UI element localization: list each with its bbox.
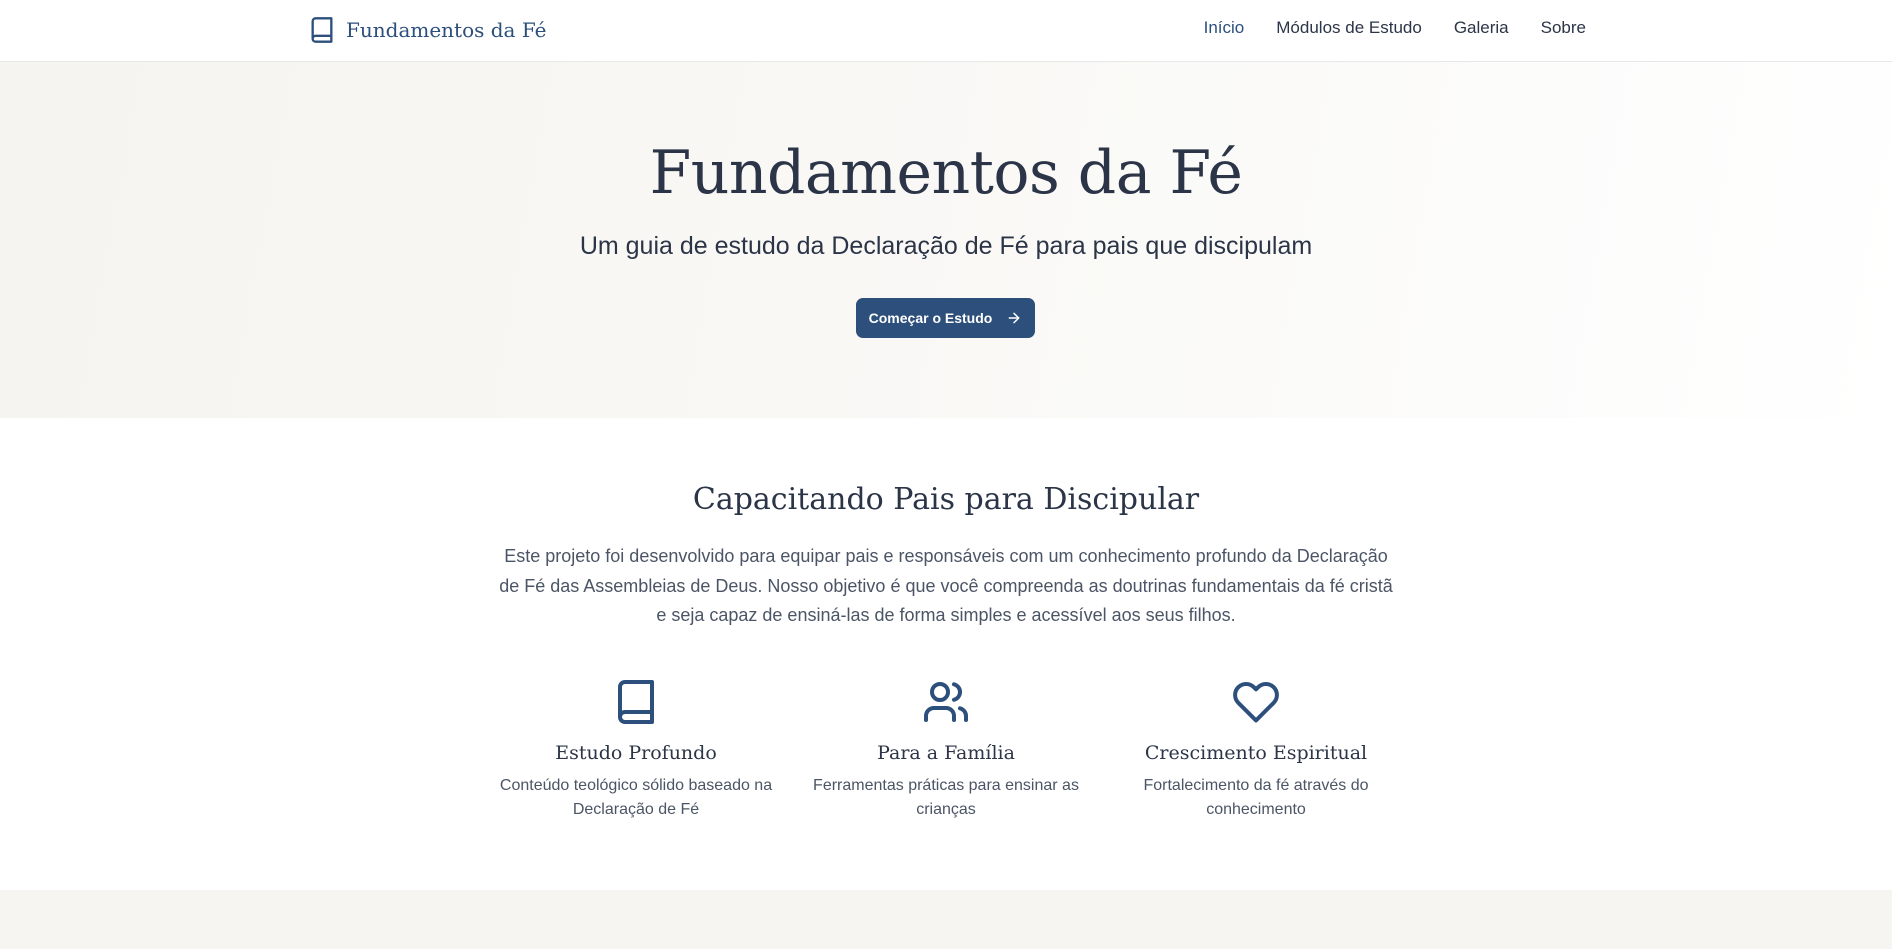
nav-link-galeria[interactable]: Galeria	[1454, 18, 1509, 38]
start-study-label: Começar o Estudo	[868, 310, 993, 326]
start-study-button[interactable]: Começar o Estudo	[856, 298, 1035, 338]
nav-link-modulos[interactable]: Módulos de Estudo	[1276, 18, 1422, 38]
nav-link-inicio[interactable]: Início	[1204, 18, 1245, 38]
hero-title: Fundamentos da Fé	[649, 138, 1243, 208]
brand-name: Fundamentos da Fé	[346, 18, 547, 42]
hero-section: Fundamentos da Fé Um guia de estudo da D…	[0, 62, 1892, 418]
heart-icon	[1233, 682, 1279, 723]
feature-card: Estudo Profundo Conteúdo teológico sólid…	[486, 678, 786, 822]
brand-link[interactable]: Fundamentos da Fé	[308, 14, 546, 46]
features-row: Estudo Profundo Conteúdo teológico sólid…	[0, 678, 1892, 838]
hero-subtitle: Um guia de estudo da Declaração de Fé pa…	[579, 232, 1313, 260]
arrow-right-icon	[1008, 312, 1020, 324]
feature-title: Para a Família	[877, 742, 1015, 764]
nav-link-sobre[interactable]: Sobre	[1541, 18, 1586, 38]
top-navbar: Fundamentos da Fé Início Módulos de Estu…	[0, 0, 1892, 62]
book-icon	[618, 680, 654, 724]
about-description: Este projeto foi desenvolvido para equip…	[499, 546, 1393, 625]
users-icon	[924, 682, 968, 722]
about-section: Capacitando Pais para Discipular Este pr…	[0, 418, 1892, 890]
main-nav: Início Módulos de Estudo Galeria Sobre	[1204, 18, 1586, 38]
feature-title: Crescimento Espiritual	[1144, 742, 1368, 764]
feature-description: Conteúdo teológico sólido baseado na Dec…	[499, 777, 773, 818]
book-icon	[311, 17, 333, 43]
about-title: Capacitando Pais para Discipular	[692, 482, 1200, 517]
feature-description: Ferramentas práticas para ensinar as cri…	[813, 777, 1079, 818]
feature-title: Estudo Profundo	[555, 742, 717, 764]
next-section-band	[0, 890, 1892, 949]
feature-card: Para a Família Ferramentas práticas para…	[796, 678, 1096, 822]
feature-description: Fortalecimento da fé através do conhecim…	[1143, 777, 1369, 818]
feature-card: Crescimento Espiritual Fortalecimento da…	[1106, 678, 1406, 822]
